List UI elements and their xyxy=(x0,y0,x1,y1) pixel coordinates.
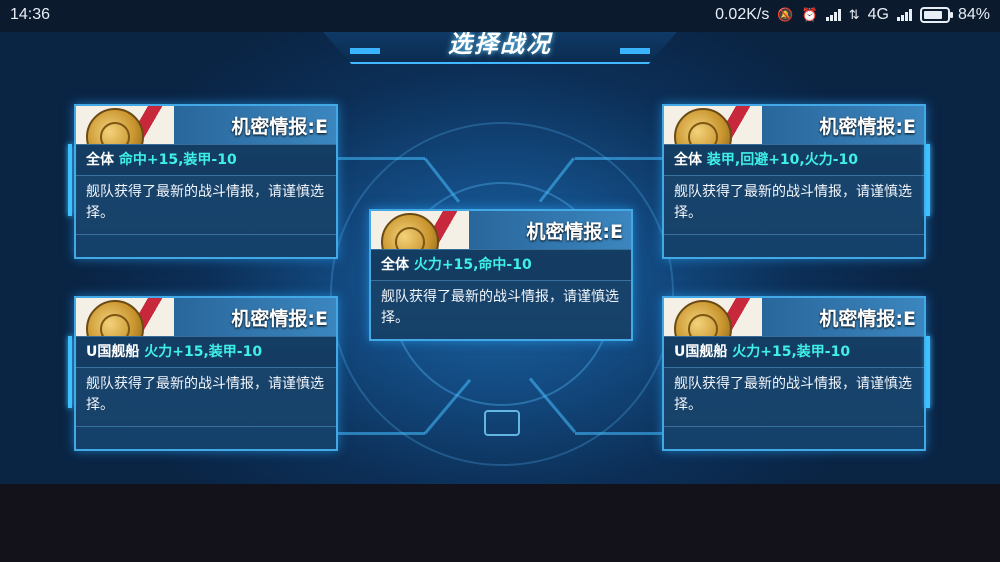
medal-icon xyxy=(86,300,144,336)
effect-value: 火力+15,装甲-10 xyxy=(732,344,851,360)
effect-target: 全体 xyxy=(86,152,114,168)
card-description: 舰队获得了最新的战斗情报，请谨慎选择。 xyxy=(664,367,924,426)
card-badge xyxy=(664,298,762,336)
effect-value: 火力+15,命中-10 xyxy=(413,257,532,273)
card-footer xyxy=(664,234,924,257)
signal-icon xyxy=(825,9,841,21)
card-title: 机密情报:E xyxy=(526,221,623,243)
card-badge xyxy=(371,211,469,249)
card-side-tab xyxy=(926,336,930,408)
card-side-tab xyxy=(68,336,72,408)
status-time: 14:36 xyxy=(10,6,51,23)
card-footer xyxy=(76,426,336,449)
intel-card-top-left[interactable]: 机密情报:E 全体 命中+15,装甲-10 舰队获得了最新的战斗情报，请谨慎选择… xyxy=(74,104,338,259)
status-bar: 14:36 0.02K/s 🔕 ⏰ ⇅ 4G 84% xyxy=(0,0,1000,32)
page-title: 选择战况 xyxy=(448,32,552,58)
card-side-tab xyxy=(926,144,930,216)
card-title: 机密情报:E xyxy=(231,308,328,330)
card-description: 舰队获得了最新的战斗情报，请谨慎选择。 xyxy=(76,367,336,426)
connector-line xyxy=(575,432,665,435)
card-title: 机密情报:E xyxy=(819,116,916,138)
effect-target: 全体 xyxy=(381,257,409,273)
effect-target: U国舰船 xyxy=(86,344,140,360)
intel-card-bottom-right[interactable]: 机密情报:E U国舰船 火力+15,装甲-10 舰队获得了最新的战斗情报，请谨慎… xyxy=(662,296,926,451)
mute-icon: 🔕 xyxy=(777,7,794,22)
effect-value: 装甲,回避+10,火力-10 xyxy=(706,152,859,168)
game-screen: 选择战况 机密情报:E 全体 命中+15,装甲-10 舰队获得了最新的战斗情报，… xyxy=(0,32,1000,484)
card-header: 机密情报:E xyxy=(76,106,336,144)
card-header: 机密情报:E xyxy=(664,106,924,144)
card-footer xyxy=(76,234,336,257)
data-transfer-icon: ⇅ xyxy=(848,7,860,22)
effect-target: U国舰船 xyxy=(674,344,728,360)
card-side-tab xyxy=(68,144,72,216)
effect-value: 命中+15,装甲-10 xyxy=(118,152,237,168)
card-badge xyxy=(76,298,174,336)
card-title: 机密情报:E xyxy=(819,308,916,330)
card-effect: U国舰船 火力+15,装甲-10 xyxy=(76,336,336,367)
battery-icon xyxy=(919,7,953,23)
letterbox-bottom xyxy=(0,484,1000,562)
network-type: 4G xyxy=(867,6,889,23)
card-header: 机密情报:E xyxy=(76,298,336,336)
card-badge xyxy=(664,106,762,144)
medal-icon xyxy=(381,213,439,249)
ship-marker-icon xyxy=(484,410,520,436)
net-speed: 0.02K/s xyxy=(715,6,770,23)
medal-icon xyxy=(86,108,144,144)
card-header: 机密情报:E xyxy=(371,211,631,249)
alarm-icon: ⏰ xyxy=(801,7,818,22)
connector-line xyxy=(575,157,665,160)
card-header: 机密情报:E xyxy=(664,298,924,336)
card-description: 舰队获得了最新的战斗情报，请谨慎选择。 xyxy=(664,175,924,234)
signal-icon-2 xyxy=(896,9,912,21)
connector-line xyxy=(335,432,425,435)
medal-icon xyxy=(674,108,732,144)
effect-target: 全体 xyxy=(674,152,702,168)
card-effect: 全体 火力+15,命中-10 xyxy=(371,249,631,280)
battery-level: 84% xyxy=(957,6,990,23)
card-effect: 全体 命中+15,装甲-10 xyxy=(76,144,336,175)
connector-line xyxy=(335,157,425,160)
card-description: 舰队获得了最新的战斗情报，请谨慎选择。 xyxy=(371,280,631,339)
card-title: 机密情报:E xyxy=(231,116,328,138)
card-effect: 全体 装甲,回避+10,火力-10 xyxy=(664,144,924,175)
medal-icon xyxy=(674,300,732,336)
intel-card-bottom-left[interactable]: 机密情报:E U国舰船 火力+15,装甲-10 舰队获得了最新的战斗情报，请谨慎… xyxy=(74,296,338,451)
card-footer xyxy=(664,426,924,449)
card-effect: U国舰船 火力+15,装甲-10 xyxy=(664,336,924,367)
card-badge xyxy=(76,106,174,144)
card-description: 舰队获得了最新的战斗情报，请谨慎选择。 xyxy=(76,175,336,234)
intel-card-center[interactable]: 机密情报:E 全体 火力+15,命中-10 舰队获得了最新的战斗情报，请谨慎选择… xyxy=(369,209,633,341)
status-right: 0.02K/s 🔕 ⏰ ⇅ 4G 84% xyxy=(715,6,990,24)
effect-value: 火力+15,装甲-10 xyxy=(144,344,263,360)
intel-card-top-right[interactable]: 机密情报:E 全体 装甲,回避+10,火力-10 舰队获得了最新的战斗情报，请谨… xyxy=(662,104,926,259)
